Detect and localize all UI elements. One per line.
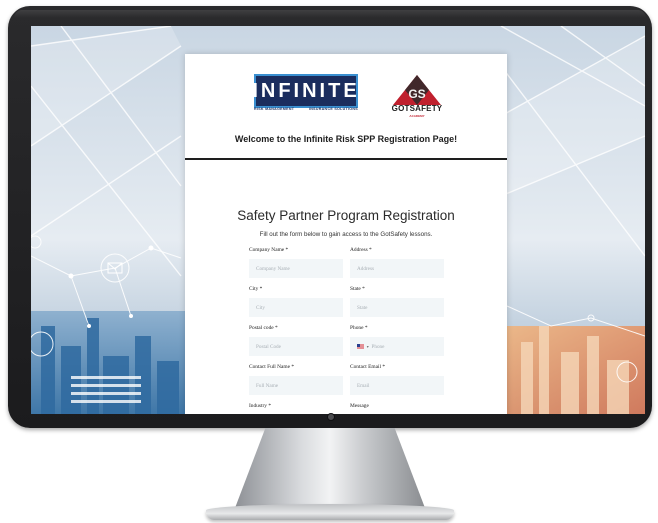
infinite-risk-logo[interactable]: INFINITE RISK MANAGEMENT INSURANCE SOLUT…: [252, 74, 360, 118]
infinite-logo-subtitle-right: INSURANCE SOLUTIONS: [308, 107, 358, 111]
message-label: Message: [350, 403, 369, 409]
company-name-label: Company Name *: [249, 247, 289, 253]
bezel-shine: [14, 10, 646, 18]
welcome-heading: Welcome to the Infinite Risk SPP Registr…: [234, 134, 458, 144]
state-label: State *: [350, 286, 365, 292]
postal-code-input[interactable]: Postal Code: [249, 337, 343, 356]
industry-label: Industry *: [249, 403, 272, 409]
infinite-logo-subtitle: RISK MANAGEMENT INSURANCE SOLUTIONS: [254, 107, 358, 111]
address-placeholder: Address: [357, 265, 375, 272]
phone-input[interactable]: ▼ Phone: [350, 337, 444, 356]
contact-email-label: Contact Email *: [350, 364, 386, 370]
address-label: Address *: [350, 247, 372, 253]
monitor-frame: INFINITE RISK MANAGEMENT INSURANCE SOLUT…: [8, 6, 652, 428]
city-input[interactable]: City: [249, 298, 343, 317]
company-name-placeholder: Company Name: [256, 265, 290, 272]
contact-full-name-label: Contact Full Name *: [249, 364, 295, 370]
state-placeholder: State: [357, 304, 368, 311]
contact-full-name-placeholder: Full Name: [256, 382, 279, 389]
monitor-stand-neck: [235, 428, 425, 508]
form-title: Safety Partner Program Registration: [237, 208, 455, 223]
gotsafety-logo[interactable]: GS GOTSAFETY ACADEMY: [392, 74, 442, 120]
us-flag-icon[interactable]: [357, 344, 364, 349]
contact-email-input[interactable]: Email: [350, 376, 444, 395]
phone-placeholder: Phone: [371, 343, 385, 350]
form-subtitle: Fill out the form below to gain access t…: [259, 231, 433, 238]
monitor-screen: INFINITE RISK MANAGEMENT INSURANCE SOLUT…: [31, 26, 645, 414]
monitor-stand-base: [206, 504, 454, 520]
address-input[interactable]: Address: [350, 259, 444, 278]
registration-page: INFINITE RISK MANAGEMENT INSURANCE SOLUT…: [185, 54, 507, 414]
svg-text:GS: GS: [408, 87, 425, 101]
phone-label: Phone *: [350, 325, 368, 331]
postal-code-placeholder: Postal Code: [256, 343, 281, 350]
gotsafety-logo-word: GOTSAFETY: [391, 104, 443, 113]
infinite-logo-subtitle-left: RISK MANAGEMENT: [254, 107, 295, 111]
postal-code-label: Postal code *: [249, 325, 278, 331]
triangle-logo-icon: GS: [393, 75, 441, 105]
company-name-input[interactable]: Company Name: [249, 259, 343, 278]
gotsafety-logo-tagline: ACADEMY: [409, 114, 425, 118]
city-label: City *: [249, 286, 263, 292]
infinite-logo-box: INFINITE: [252, 74, 360, 108]
city-placeholder: City: [256, 304, 265, 311]
contact-email-placeholder: Email: [357, 382, 370, 389]
chevron-down-icon[interactable]: ▼: [366, 345, 369, 349]
contact-full-name-input[interactable]: Full Name: [249, 376, 343, 395]
state-input[interactable]: State: [350, 298, 444, 317]
infinite-logo-word: INFINITE: [252, 79, 360, 102]
camera-dot: [327, 413, 335, 421]
page-header: INFINITE RISK MANAGEMENT INSURANCE SOLUT…: [185, 54, 507, 160]
